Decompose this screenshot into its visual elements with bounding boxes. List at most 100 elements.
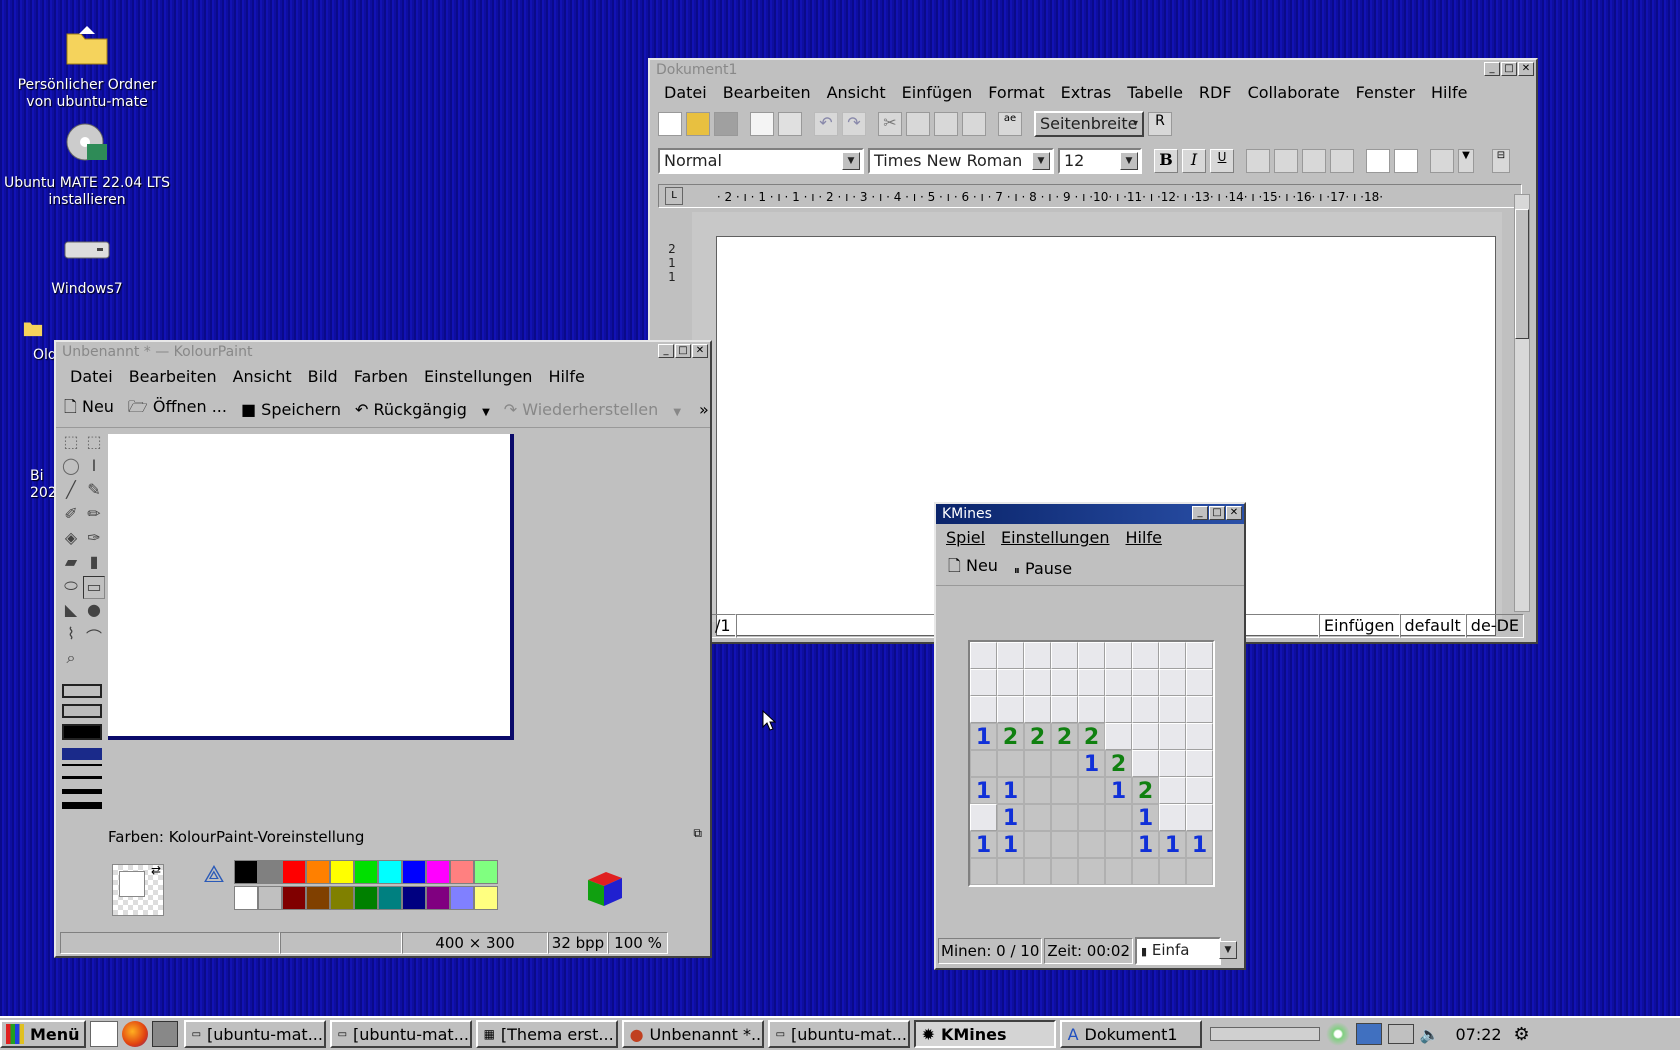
mine-cell-empty[interactable] (1078, 804, 1105, 831)
mine-cell-covered[interactable] (1051, 642, 1078, 669)
pen-icon[interactable]: ✎ (83, 480, 105, 503)
palette-color-swatch[interactable] (282, 886, 306, 910)
bullet-list-icon[interactable] (1394, 149, 1418, 173)
mine-cell-number[interactable]: 1 (1159, 831, 1186, 858)
rectangle-tool-icon[interactable]: ▭ (83, 576, 105, 599)
save-button[interactable]: ■ Speichern (241, 400, 341, 419)
desktop-icon-home-folder[interactable]: Persönlicher Ordner von ubuntu-mate (3, 24, 171, 111)
mine-cell-covered[interactable] (1078, 669, 1105, 696)
palette-color-swatch[interactable] (378, 886, 402, 910)
mine-cell-covered[interactable] (970, 696, 997, 723)
new-game-button[interactable]: 🗋 Neu (948, 555, 998, 582)
spellcheck-icon[interactable]: ae (998, 112, 1022, 136)
palette-color-swatch[interactable] (306, 886, 330, 910)
menu-ansicht[interactable]: Ansicht (819, 80, 894, 106)
paste-icon[interactable] (934, 112, 958, 136)
menu-rdf[interactable]: RDF (1191, 80, 1240, 106)
menu-einstellungen[interactable]: Einstellungen (993, 525, 1117, 551)
open-button[interactable]: 🗁 Öffnen ... (128, 396, 227, 423)
scrollbar-thumb[interactable] (1515, 209, 1529, 339)
justify-icon[interactable] (1330, 149, 1354, 173)
mine-cell-covered[interactable] (1105, 723, 1132, 750)
line-width-4[interactable] (62, 802, 102, 809)
mine-cell-covered[interactable] (1159, 642, 1186, 669)
more-tools-button[interactable]: » (699, 400, 709, 419)
mine-cell-empty[interactable] (1078, 777, 1105, 804)
close-button[interactable]: ✕ (692, 344, 708, 358)
palette-color-swatch[interactable] (402, 886, 426, 910)
mine-cell-covered[interactable] (997, 696, 1024, 723)
menu-extras[interactable]: Extras (1053, 80, 1120, 106)
mine-cell-number[interactable]: 1 (970, 723, 997, 750)
line-tool-icon[interactable]: ╱ (60, 480, 82, 503)
mine-cell-covered[interactable] (997, 642, 1024, 669)
line-width-selected[interactable] (62, 748, 102, 760)
font-name-select[interactable]: Times New Roman ▼ (868, 148, 1054, 174)
fill-style-fg[interactable] (62, 724, 102, 740)
mine-cell-number[interactable]: 1 (1132, 804, 1159, 831)
settings-gear-icon[interactable]: ⚙ (1513, 1024, 1529, 1045)
paint-canvas[interactable] (108, 434, 514, 740)
mine-cell-number[interactable]: 1 (1132, 831, 1159, 858)
mine-cell-number[interactable]: 1 (997, 831, 1024, 858)
mine-cell-covered[interactable] (1159, 777, 1186, 804)
redo-button[interactable]: ↷ Wiederherstellen ▼ (504, 400, 681, 419)
mine-cell-covered[interactable] (1105, 669, 1132, 696)
mine-cell-empty[interactable] (970, 858, 997, 885)
mine-cell-empty[interactable] (1024, 858, 1051, 885)
mine-cell-empty[interactable] (997, 858, 1024, 885)
keyboard-icon[interactable] (1387, 1024, 1414, 1044)
mine-cell-number[interactable]: 2 (1024, 723, 1051, 750)
swap-colors-icon[interactable]: ⇄ (151, 863, 161, 877)
bold-button[interactable]: B (1154, 149, 1178, 173)
difficulty-select[interactable]: ▮ Einfa ▼ (1135, 937, 1238, 965)
writer-ruler[interactable]: L · 2 · ı · 1 · ı · 1 · ı · 2 · ı · 3 · … (658, 184, 1522, 208)
status-insert-mode[interactable]: Einfügen (1318, 614, 1400, 638)
palette-color-swatch[interactable] (354, 886, 378, 910)
mine-cell-number[interactable]: 2 (1105, 750, 1132, 777)
cd-tray-icon[interactable] (1325, 1022, 1350, 1046)
mine-cell-empty[interactable] (1024, 750, 1051, 777)
mine-cell-covered[interactable] (1132, 696, 1159, 723)
mine-cell-number[interactable]: 1 (1105, 777, 1132, 804)
polyline-tool-icon[interactable]: ⌇ (60, 624, 82, 647)
menu-datei[interactable]: Datei (656, 80, 715, 106)
paragraph-style-select[interactable]: Normal ▼ (658, 148, 864, 174)
mine-cell-covered[interactable] (1186, 642, 1213, 669)
mine-cell-number[interactable]: 2 (1132, 777, 1159, 804)
desktop-icon-windows7[interactable]: Windows7 (3, 228, 171, 298)
mine-cell-covered[interactable] (1024, 669, 1051, 696)
menu-ansicht[interactable]: Ansicht (225, 364, 300, 390)
line-width-2[interactable] (62, 776, 102, 779)
mine-cell-empty[interactable] (1078, 831, 1105, 858)
desktop-icon-install-ubuntu[interactable]: Ubuntu MATE 22.04 LTS installieren (3, 122, 171, 209)
minimize-button[interactable]: _ (1192, 506, 1208, 520)
minimize-button[interactable]: _ (1484, 62, 1500, 76)
mine-cell-empty[interactable] (1051, 858, 1078, 885)
zoom-tool-icon[interactable]: ⌕ (60, 648, 82, 671)
align-center-icon[interactable] (1274, 149, 1298, 173)
menu-einfuegen[interactable]: Einfügen (894, 80, 981, 106)
close-button[interactable]: ✕ (1226, 506, 1242, 520)
mine-cell-covered[interactable] (970, 669, 997, 696)
status-page-style[interactable]: default (1399, 614, 1466, 638)
print-icon[interactable] (778, 112, 802, 136)
mine-cell-covered[interactable] (1078, 642, 1105, 669)
menu-einstellungen[interactable]: Einstellungen (416, 364, 540, 390)
line-width-1[interactable] (62, 764, 102, 766)
save-icon[interactable] (714, 112, 738, 136)
mine-cell-covered[interactable] (1159, 750, 1186, 777)
mine-cell-covered[interactable] (1186, 723, 1213, 750)
mine-cell-number[interactable]: 2 (997, 723, 1024, 750)
taskbar-item-theme[interactable]: ▦ [Thema erst... (475, 1020, 618, 1048)
brush-icon[interactable]: ✐ (60, 504, 82, 527)
mine-cell-covered[interactable] (1078, 696, 1105, 723)
mine-cell-covered[interactable] (1132, 669, 1159, 696)
palette-color-swatch[interactable] (402, 860, 426, 884)
mine-cell-empty[interactable] (1105, 831, 1132, 858)
writer-titlebar[interactable]: Dokument1 _ □ ✕ (650, 60, 1536, 80)
mine-cell-number[interactable]: 2 (1051, 723, 1078, 750)
detach-icon[interactable]: ⧉ (693, 826, 702, 841)
highlight-color-icon[interactable] (1430, 149, 1454, 173)
status-language[interactable]: de-DE (1465, 614, 1524, 638)
